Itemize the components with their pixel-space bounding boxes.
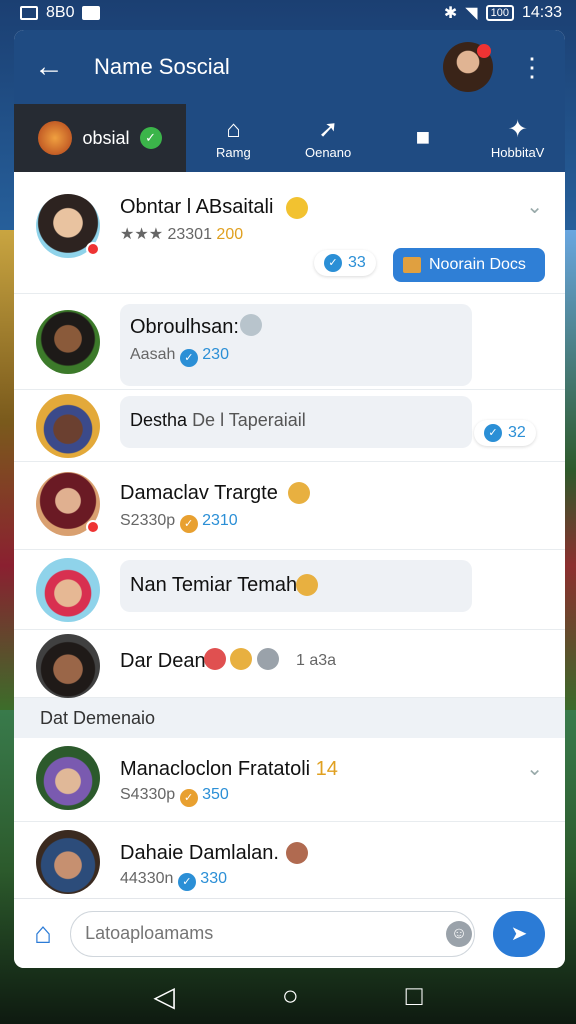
contact-name: Damaclav Trargte <box>120 482 278 504</box>
home-icon[interactable]: ⌂ <box>34 917 52 951</box>
chat-row[interactable]: Obroulhsan: Aasah ✓ 230 <box>14 294 565 390</box>
contact-name: Obroulhsan: <box>130 316 239 338</box>
emoji-icon <box>286 197 308 219</box>
status-left-text: 8B0 <box>46 4 75 21</box>
avatar <box>36 194 100 258</box>
chat-row[interactable]: Nan Temiar Temah <box>14 550 565 630</box>
tab-home[interactable]: ⌂ Ramg <box>186 104 281 172</box>
verified-icon: ✓ <box>484 424 502 442</box>
battery-icon: 100 <box>485 5 514 21</box>
reply-count: ✓ 33 <box>314 250 376 276</box>
avatar <box>36 634 100 698</box>
chat-row[interactable]: Destha De l Taperaiail ✓ 32 <box>14 390 565 462</box>
online-dot <box>86 520 100 534</box>
contact-name: Obntar l ABsaitali <box>120 196 274 218</box>
wifi-icon: ◥ <box>465 5 478 22</box>
badge-icon: ✓ <box>179 515 198 533</box>
verified-icon: ✓ <box>177 873 196 891</box>
chat-row[interactable]: Dar Dean 1 a3a <box>14 630 565 698</box>
app-bar: ← Name Soscial ⋮ <box>14 30 565 104</box>
emoji-icon <box>230 648 253 670</box>
contact-subtitle: Aasah ✓ 230 <box>130 346 229 367</box>
app-window: ← Name Soscial ⋮ obsial ✓ ⌂ Ramg ➚ Oenan… <box>14 30 565 968</box>
reply-count: ✓ 32 <box>474 420 536 446</box>
send-button[interactable]: ➤ <box>493 910 545 957</box>
overflow-menu-icon[interactable]: ⋮ <box>519 52 545 83</box>
notification-icon <box>20 6 38 20</box>
tab-label: HobbitaV <box>490 144 545 160</box>
verified-icon: ✓ <box>324 254 342 272</box>
chevron-down-icon[interactable]: ⌄ <box>526 194 543 219</box>
avatar <box>36 310 100 374</box>
contact-subtitle: 44330n ✓ 330 <box>120 870 227 891</box>
online-dot <box>86 242 100 256</box>
contact-name: Dar Dean <box>120 650 206 672</box>
tab-label: Oenano <box>304 144 352 160</box>
tab-label: obsial <box>82 127 130 148</box>
avatar <box>36 746 100 810</box>
section-header: Dat Demenaio <box>14 698 565 738</box>
emoji-icon <box>240 314 262 336</box>
contact-name: Dahaie Damlalan. <box>120 842 279 864</box>
tab-share[interactable]: ➚ Oenano <box>281 104 376 172</box>
chat-row[interactable]: Manacloclon Fratatoli 14 S4330p ✓ 350 ⌄ <box>14 738 565 822</box>
avatar <box>36 830 100 894</box>
emoji-icon <box>288 482 310 504</box>
status-bar: 8B0 ✱ ◥ 100 14:33 <box>0 0 576 26</box>
chat-row[interactable]: Dahaie Damlalan. 44330n ✓ 330 <box>14 822 565 902</box>
tab-hobbies[interactable]: ✦ HobbitaV <box>470 104 565 172</box>
emoji-icon <box>286 842 308 864</box>
emoji-icon <box>204 648 226 670</box>
docs-button[interactable]: Noorain Docs <box>393 248 545 282</box>
tab-label: Ramg <box>216 144 251 160</box>
contact-subtitle: S4330p ✓ 350 <box>120 786 229 807</box>
emoji-picker-icon[interactable]: ☺ <box>446 921 472 947</box>
chat-row[interactable]: Damaclav Trargte S2330p ✓ 2310 <box>14 462 565 550</box>
contact-name: Destha De l Taperaiail <box>130 410 306 430</box>
check-icon: ✓ <box>139 127 162 149</box>
chevron-down-icon[interactable]: ⌄ <box>526 756 543 781</box>
contact-subtitle: S2330p ✓ 2310 <box>120 512 238 533</box>
nav-recent-icon[interactable]: □ <box>406 980 423 1012</box>
system-nav-bar: ◁ ○ □ <box>0 968 576 1024</box>
tab-social[interactable]: obsial ✓ <box>14 104 186 172</box>
message-composer: ⌂ ☺ ➤ <box>14 898 565 968</box>
contact-extra: 1 a3a <box>296 652 337 669</box>
notification-dot <box>477 44 491 58</box>
contact-name: Nan Temiar Temah <box>130 574 298 596</box>
nav-home-icon[interactable]: ○ <box>282 980 299 1012</box>
app-title: Name Soscial <box>94 54 230 79</box>
avatar <box>36 472 100 536</box>
contact-name: Manacloclon Fratatoli 14 <box>120 758 338 780</box>
docs-icon <box>403 257 421 273</box>
tab-video[interactable]: ■ <box>376 104 471 172</box>
social-logo-icon <box>38 121 73 155</box>
avatar <box>36 558 100 622</box>
avatar <box>36 394 100 458</box>
emoji-icon <box>256 648 279 670</box>
chat-row[interactable]: Obntar l ABsaitali ★★★ 23301 200 ⌄ ✓ 33 N… <box>14 172 565 294</box>
media-icon <box>82 6 101 20</box>
verified-icon: ✓ <box>179 349 198 367</box>
badge-icon: ✓ <box>179 789 198 807</box>
contact-subtitle: ★★★ 23301 200 <box>120 226 244 243</box>
nav-back-icon[interactable]: ◁ <box>153 980 175 1013</box>
hobby-icon: ✦ <box>507 115 528 143</box>
tab-bar: obsial ✓ ⌂ Ramg ➚ Oenano ■ ✦ HobbitaV <box>14 104 565 172</box>
bluetooth-icon: ✱ <box>443 5 458 22</box>
back-arrow-icon[interactable]: ← <box>34 50 74 84</box>
status-time: 14:33 <box>521 4 562 21</box>
share-arrow-icon: ➚ <box>318 115 339 143</box>
video-icon: ■ <box>415 124 431 151</box>
emoji-icon <box>296 574 318 596</box>
message-input[interactable] <box>70 910 475 957</box>
profile-avatar[interactable] <box>443 42 493 92</box>
home-icon: ⌂ <box>226 115 241 143</box>
reaction-icons <box>204 648 279 671</box>
chat-list: Obntar l ABsaitali ★★★ 23301 200 ⌄ ✓ 33 N… <box>14 172 565 902</box>
